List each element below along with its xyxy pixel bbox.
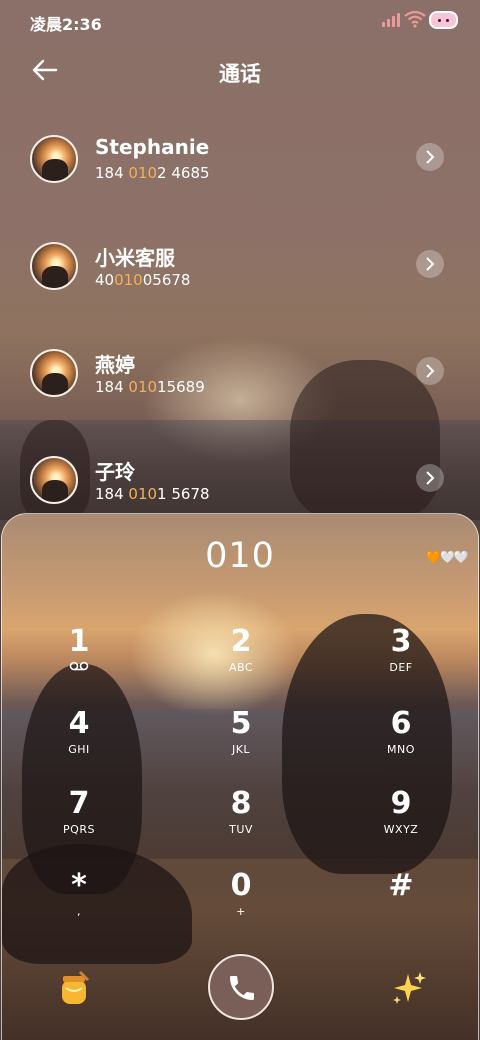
chevron-right-icon[interactable] — [416, 357, 444, 385]
key-digit: 3 — [390, 624, 412, 659]
signal-icon — [382, 13, 400, 27]
avatar — [30, 456, 78, 504]
key-digit: 8 — [230, 786, 252, 821]
number-prefix: 184 — [95, 485, 129, 503]
dial-key-hash[interactable]: # — [356, 868, 446, 942]
key-letters: TUV — [229, 823, 253, 836]
key-digit: 4 — [68, 706, 90, 741]
dial-key-7[interactable]: 7 PQRS — [34, 786, 124, 860]
contact-number: 4001005678 — [95, 271, 190, 289]
contact-name: 子玲 — [95, 460, 135, 484]
number-match: 010 — [114, 271, 143, 289]
key-digit: 9 — [390, 786, 412, 821]
number-suffix: 05678 — [142, 271, 191, 289]
number-suffix: 2 4685 — [157, 164, 210, 182]
dial-key-3[interactable]: 3 DEF — [356, 624, 446, 698]
contact-item[interactable]: 小米客服 4001005678 — [0, 242, 480, 322]
avatar — [30, 242, 78, 290]
key-letters: WXYZ — [383, 823, 419, 836]
call-button[interactable] — [208, 954, 274, 1020]
dial-key-8[interactable]: 8 TUV — [196, 786, 286, 860]
battery-icon — [429, 11, 458, 29]
contact-number: 184 0102 4685 — [95, 164, 210, 182]
contact-name: 燕婷 — [95, 353, 135, 377]
key-letters: , — [77, 905, 81, 918]
number-match: 010 — [128, 485, 158, 503]
key-digit: 7 — [68, 786, 90, 821]
key-digit: 0 — [230, 868, 252, 903]
key-digit: * — [71, 868, 87, 903]
contact-item[interactable]: 燕婷 184 01015689 — [0, 349, 480, 429]
number-match: 010 — [128, 378, 158, 396]
contact-item[interactable]: Stephanie 184 0102 4685 — [0, 135, 480, 215]
key-letters: DEF — [389, 661, 413, 674]
key-letters: PQRS — [63, 823, 95, 836]
sparkles-icon[interactable] — [388, 968, 428, 1008]
chevron-right-icon[interactable] — [416, 143, 444, 171]
contact-number: 184 01015689 — [95, 378, 205, 396]
key-letters: ABC — [228, 661, 254, 674]
status-time: 凌晨2:36 — [30, 15, 102, 34]
dial-key-9[interactable]: 9 WXYZ — [356, 786, 446, 860]
voicemail-icon — [34, 661, 124, 675]
dialpad-panel: 010 🧡🤍🤍 1 2 ABC 3 DEF 4 GHI 5 JKL 6 MNO 7 PQRS… — [1, 513, 479, 1040]
number-prefix: 184 — [95, 164, 129, 182]
key-digit: 1 — [68, 624, 90, 659]
key-letters: JKL — [231, 743, 251, 756]
number-suffix: 1 5678 — [157, 485, 210, 503]
chevron-right-icon[interactable] — [416, 250, 444, 278]
avatar — [30, 349, 78, 397]
dial-key-1[interactable]: 1 — [34, 624, 124, 698]
header: 通话 — [0, 44, 480, 96]
dial-key-6[interactable]: 6 MNO — [356, 706, 446, 780]
dial-input-display[interactable]: 010 — [2, 536, 478, 576]
number-suffix: 15689 — [157, 378, 205, 396]
number-prefix: 184 — [95, 378, 129, 396]
heart-decor: 🧡🤍🤍 — [426, 550, 469, 564]
key-digit: # — [388, 868, 414, 903]
contact-name: Stephanie — [95, 135, 210, 159]
key-digit: 5 — [230, 706, 252, 741]
dial-key-star[interactable]: *, — [34, 868, 124, 942]
dial-key-2[interactable]: 2 ABC — [196, 624, 286, 698]
dial-key-4[interactable]: 4 GHI — [34, 706, 124, 780]
chevron-right-icon[interactable] — [416, 464, 444, 492]
page-title: 通话 — [219, 62, 261, 86]
avatar — [30, 135, 78, 183]
number-prefix: 40 — [95, 271, 115, 289]
contact-number: 184 0101 5678 — [95, 485, 210, 503]
key-letters: + — [236, 905, 246, 918]
dial-key-0[interactable]: 0 + — [196, 868, 286, 942]
number-match: 010 — [128, 164, 158, 182]
key-letters: MNO — [387, 743, 415, 756]
status-bar: 凌晨2:36 — [0, 0, 480, 40]
key-digit: 2 — [230, 624, 252, 659]
contact-name: 小米客服 — [95, 246, 175, 270]
key-digit: 6 — [390, 706, 412, 741]
dial-key-5[interactable]: 5 JKL — [196, 706, 286, 780]
phone-icon — [230, 976, 254, 1000]
wifi-icon — [404, 10, 426, 28]
key-letters: GHI — [68, 743, 90, 756]
honey-jar-icon[interactable] — [54, 968, 94, 1008]
